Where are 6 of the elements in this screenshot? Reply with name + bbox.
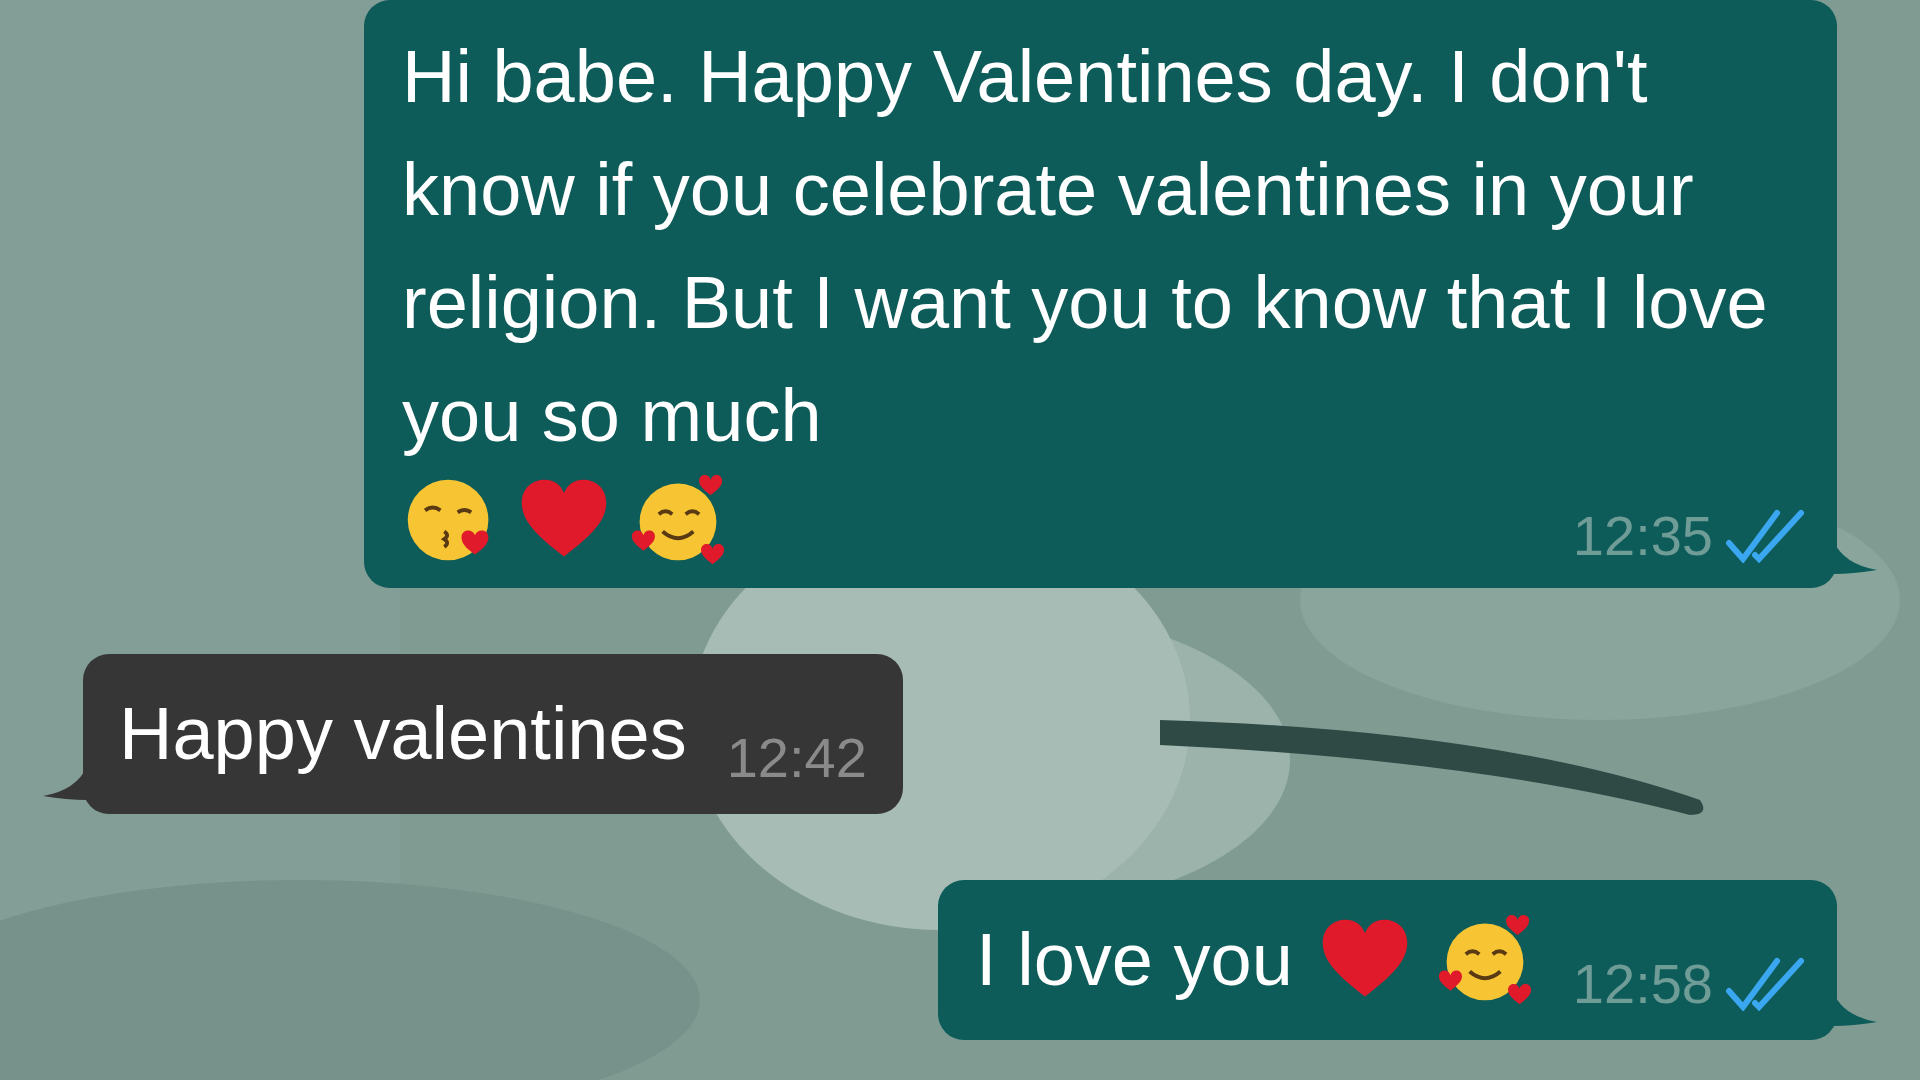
message-text: Hi babe. Happy Valentines day. I don't know if you celebrate valentines in your religion. But I want you to know that I love you so much [402, 34, 1769, 459]
message-time: 12:42 [726, 726, 867, 790]
message-time: 12:35 [1572, 504, 1713, 568]
message-text: Happy valentines [119, 691, 687, 777]
message-text: I love you [976, 917, 1293, 1003]
message-time: 12:58 [1572, 952, 1713, 1016]
